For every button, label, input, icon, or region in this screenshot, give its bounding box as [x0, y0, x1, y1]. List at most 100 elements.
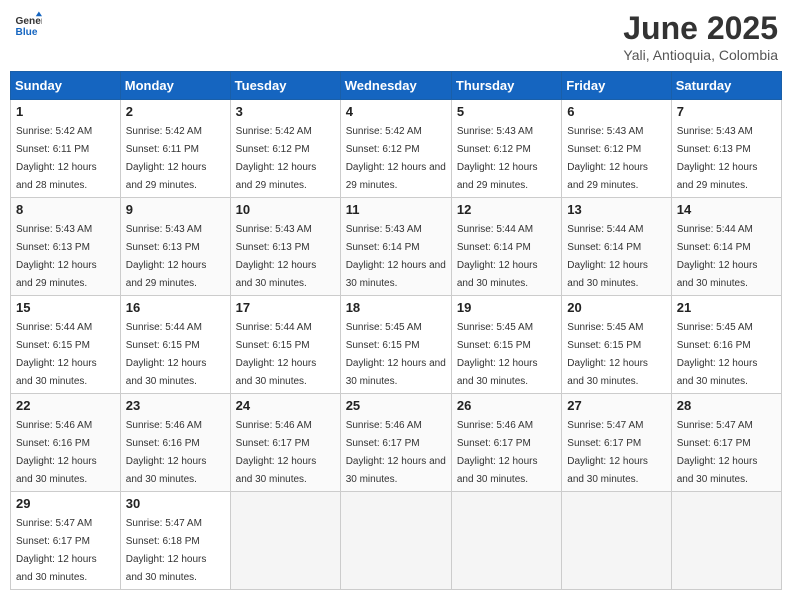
day-info: Sunrise: 5:43 AMSunset: 6:12 PMDaylight:…: [457, 126, 538, 191]
title-area: June 2025 Yali, Antioquia, Colombia: [623, 10, 778, 63]
day-info: Sunrise: 5:47 AMSunset: 6:17 PMDaylight:…: [567, 420, 648, 485]
day-number: 3: [236, 104, 335, 119]
day-info: Sunrise: 5:44 AMSunset: 6:14 PMDaylight:…: [677, 224, 758, 289]
day-number: 6: [567, 104, 665, 119]
day-number: 2: [126, 104, 225, 119]
calendar-week-3: 15 Sunrise: 5:44 AMSunset: 6:15 PMDayligh…: [11, 296, 782, 394]
day-info: Sunrise: 5:44 AMSunset: 6:15 PMDaylight:…: [126, 322, 207, 387]
day-info: Sunrise: 5:45 AMSunset: 6:15 PMDaylight:…: [457, 322, 538, 387]
day-number: 20: [567, 300, 665, 315]
table-row: 28 Sunrise: 5:47 AMSunset: 6:17 PMDayligh…: [671, 394, 781, 492]
day-info: Sunrise: 5:42 AMSunset: 6:11 PMDaylight:…: [16, 126, 97, 191]
day-info: Sunrise: 5:42 AMSunset: 6:11 PMDaylight:…: [126, 126, 207, 191]
table-row: 13 Sunrise: 5:44 AMSunset: 6:14 PMDayligh…: [562, 198, 671, 296]
table-row: [230, 492, 340, 590]
table-row: 15 Sunrise: 5:44 AMSunset: 6:15 PMDayligh…: [11, 296, 121, 394]
day-number: 29: [16, 496, 115, 511]
day-number: 30: [126, 496, 225, 511]
table-row: 12 Sunrise: 5:44 AMSunset: 6:14 PMDayligh…: [451, 198, 561, 296]
day-info: Sunrise: 5:43 AMSunset: 6:12 PMDaylight:…: [567, 126, 648, 191]
table-row: 26 Sunrise: 5:46 AMSunset: 6:17 PMDayligh…: [451, 394, 561, 492]
header-sunday: Sunday: [11, 72, 121, 100]
logo: General Blue: [14, 10, 46, 38]
day-info: Sunrise: 5:47 AMSunset: 6:17 PMDaylight:…: [677, 420, 758, 485]
table-row: 22 Sunrise: 5:46 AMSunset: 6:16 PMDayligh…: [11, 394, 121, 492]
table-row: 11 Sunrise: 5:43 AMSunset: 6:14 PMDayligh…: [340, 198, 451, 296]
table-row: 5Sunrise: 5:43 AMSunset: 6:12 PMDaylight…: [451, 100, 561, 198]
day-info: Sunrise: 5:46 AMSunset: 6:17 PMDaylight:…: [236, 420, 317, 485]
day-number: 1: [16, 104, 115, 119]
day-info: Sunrise: 5:45 AMSunset: 6:15 PMDaylight:…: [346, 322, 446, 387]
day-number: 7: [677, 104, 776, 119]
day-number: 16: [126, 300, 225, 315]
table-row: 21 Sunrise: 5:45 AMSunset: 6:16 PMDayligh…: [671, 296, 781, 394]
calendar-week-2: 8 Sunrise: 5:43 AMSunset: 6:13 PMDaylight…: [11, 198, 782, 296]
day-info: Sunrise: 5:45 AMSunset: 6:16 PMDaylight:…: [677, 322, 758, 387]
day-number: 13: [567, 202, 665, 217]
table-row: 16 Sunrise: 5:44 AMSunset: 6:15 PMDayligh…: [120, 296, 230, 394]
table-row: 25Sunrise: 5:46 AMSunset: 6:17 PMDayligh…: [340, 394, 451, 492]
day-number: 15: [16, 300, 115, 315]
day-info: Sunrise: 5:43 AMSunset: 6:13 PMDaylight:…: [126, 224, 207, 289]
day-number: 18: [346, 300, 446, 315]
day-number: 14: [677, 202, 776, 217]
header-tuesday: Tuesday: [230, 72, 340, 100]
table-row: 14 Sunrise: 5:44 AMSunset: 6:14 PMDayligh…: [671, 198, 781, 296]
calendar-table: Sunday Monday Tuesday Wednesday Thursday…: [10, 71, 782, 590]
day-info: Sunrise: 5:43 AMSunset: 6:13 PMDaylight:…: [236, 224, 317, 289]
table-row: 29 Sunrise: 5:47 AMSunset: 6:17 PMDayligh…: [11, 492, 121, 590]
weekday-header-row: Sunday Monday Tuesday Wednesday Thursday…: [11, 72, 782, 100]
table-row: 1 Sunrise: 5:42 AMSunset: 6:11 PMDaylight…: [11, 100, 121, 198]
table-row: 8 Sunrise: 5:43 AMSunset: 6:13 PMDaylight…: [11, 198, 121, 296]
table-row: 4Sunrise: 5:42 AMSunset: 6:12 PMDaylight…: [340, 100, 451, 198]
day-number: 26: [457, 398, 556, 413]
table-row: 24 Sunrise: 5:46 AMSunset: 6:17 PMDayligh…: [230, 394, 340, 492]
table-row: 10Sunrise: 5:43 AMSunset: 6:13 PMDayligh…: [230, 198, 340, 296]
day-number: 21: [677, 300, 776, 315]
day-number: 28: [677, 398, 776, 413]
table-row: 19 Sunrise: 5:45 AMSunset: 6:15 PMDayligh…: [451, 296, 561, 394]
table-row: 7 Sunrise: 5:43 AMSunset: 6:13 PMDaylight…: [671, 100, 781, 198]
day-number: 19: [457, 300, 556, 315]
day-number: 8: [16, 202, 115, 217]
day-info: Sunrise: 5:43 AMSunset: 6:13 PMDaylight:…: [677, 126, 758, 191]
table-row: 3 Sunrise: 5:42 AMSunset: 6:12 PMDaylight…: [230, 100, 340, 198]
calendar-subtitle: Yali, Antioquia, Colombia: [623, 47, 778, 63]
day-info: Sunrise: 5:44 AMSunset: 6:14 PMDaylight:…: [567, 224, 648, 289]
day-info: Sunrise: 5:46 AMSunset: 6:17 PMDaylight:…: [457, 420, 538, 485]
table-row: 2 Sunrise: 5:42 AMSunset: 6:11 PMDaylight…: [120, 100, 230, 198]
svg-text:General: General: [16, 16, 42, 27]
svg-text:Blue: Blue: [16, 27, 38, 38]
logo-icon: General Blue: [14, 10, 42, 38]
day-info: Sunrise: 5:42 AMSunset: 6:12 PMDaylight:…: [236, 126, 317, 191]
table-row: [451, 492, 561, 590]
table-row: 27Sunrise: 5:47 AMSunset: 6:17 PMDayligh…: [562, 394, 671, 492]
day-info: Sunrise: 5:44 AMSunset: 6:15 PMDaylight:…: [16, 322, 97, 387]
calendar-week-4: 22 Sunrise: 5:46 AMSunset: 6:16 PMDayligh…: [11, 394, 782, 492]
day-number: 22: [16, 398, 115, 413]
day-info: Sunrise: 5:46 AMSunset: 6:16 PMDaylight:…: [16, 420, 97, 485]
day-number: 23: [126, 398, 225, 413]
day-info: Sunrise: 5:47 AMSunset: 6:17 PMDaylight:…: [16, 518, 97, 583]
day-info: Sunrise: 5:45 AMSunset: 6:15 PMDaylight:…: [567, 322, 648, 387]
day-number: 12: [457, 202, 556, 217]
day-number: 24: [236, 398, 335, 413]
day-number: 11: [346, 202, 446, 217]
day-number: 9: [126, 202, 225, 217]
day-info: Sunrise: 5:46 AMSunset: 6:16 PMDaylight:…: [126, 420, 207, 485]
table-row: 20 Sunrise: 5:45 AMSunset: 6:15 PMDayligh…: [562, 296, 671, 394]
table-row: 9 Sunrise: 5:43 AMSunset: 6:13 PMDaylight…: [120, 198, 230, 296]
table-row: [340, 492, 451, 590]
day-info: Sunrise: 5:43 AMSunset: 6:13 PMDaylight:…: [16, 224, 97, 289]
calendar-week-1: 1 Sunrise: 5:42 AMSunset: 6:11 PMDaylight…: [11, 100, 782, 198]
day-number: 17: [236, 300, 335, 315]
day-info: Sunrise: 5:43 AMSunset: 6:14 PMDaylight:…: [346, 224, 446, 289]
day-number: 25: [346, 398, 446, 413]
day-info: Sunrise: 5:47 AMSunset: 6:18 PMDaylight:…: [126, 518, 207, 583]
day-info: Sunrise: 5:44 AMSunset: 6:14 PMDaylight:…: [457, 224, 538, 289]
day-info: Sunrise: 5:44 AMSunset: 6:15 PMDaylight:…: [236, 322, 317, 387]
header-thursday: Thursday: [451, 72, 561, 100]
calendar-title: June 2025: [623, 10, 778, 47]
table-row: [562, 492, 671, 590]
header-monday: Monday: [120, 72, 230, 100]
